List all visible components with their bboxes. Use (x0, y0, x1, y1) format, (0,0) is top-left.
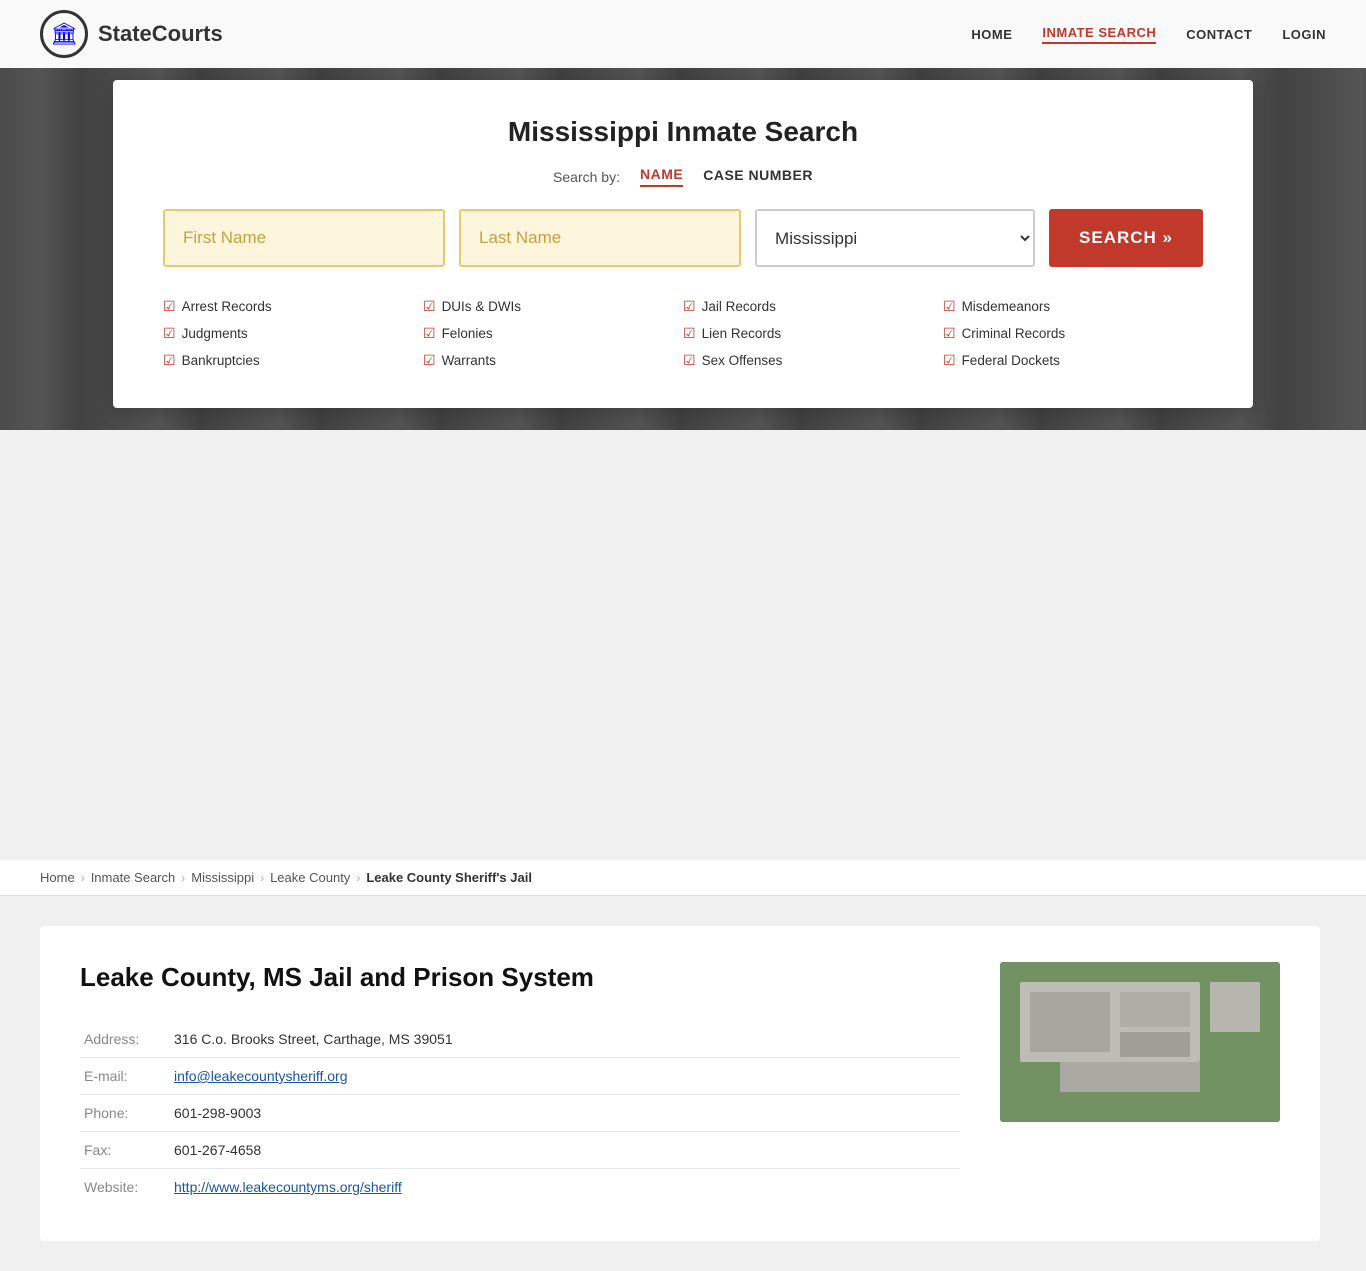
breadcrumb-mississippi[interactable]: Mississippi (191, 870, 254, 885)
search-button[interactable]: SEARCH » (1049, 209, 1203, 267)
feature-label: Warrants (442, 353, 496, 368)
jail-image-svg (1000, 962, 1280, 1122)
sep-4: › (356, 871, 360, 885)
feature-label: Judgments (182, 326, 248, 341)
check-icon: ☑ (943, 352, 956, 369)
content-right (1000, 962, 1280, 1122)
site-name: StateCourts (98, 21, 223, 47)
check-icon: ☑ (943, 298, 956, 315)
feature-label: DUIs & DWIs (442, 299, 522, 314)
check-icon: ☑ (423, 325, 436, 342)
feature-label: Federal Dockets (962, 353, 1060, 368)
tab-name[interactable]: NAME (640, 166, 683, 187)
content-area: Leake County, MS Jail and Prison System … (0, 896, 1366, 1271)
feature-label: Bankruptcies (182, 353, 260, 368)
search-modal: Mississippi Inmate Search Search by: NAM… (113, 80, 1253, 408)
features-grid: ☑ Arrest Records ☑ DUIs & DWIs ☑ Jail Records… (163, 291, 1203, 372)
feature-item: ☑ Judgments (163, 322, 423, 345)
check-icon: ☑ (683, 325, 696, 342)
feature-label: Sex Offenses (702, 353, 783, 368)
feature-label: Criminal Records (962, 326, 1066, 341)
breadcrumb-current: Leake County Sheriff's Jail (366, 870, 532, 885)
email-value: info@leakecountysheriff.org (170, 1058, 960, 1095)
search-inputs-row: Mississippi SEARCH » (163, 209, 1203, 267)
feature-item: ☑ Bankruptcies (163, 349, 423, 372)
state-select[interactable]: Mississippi (755, 209, 1035, 267)
phone-value: 601-298-9003 (170, 1095, 960, 1132)
check-icon: ☑ (683, 352, 696, 369)
feature-item: ☑ Sex Offenses (683, 349, 943, 372)
info-table: Address: 316 C.o. Brooks Street, Carthag… (80, 1021, 960, 1205)
website-row: Website: http://www.leakecountyms.org/sh… (80, 1169, 960, 1206)
check-icon: ☑ (163, 325, 176, 342)
feature-label: Jail Records (702, 299, 776, 314)
check-icon: ☑ (163, 298, 176, 315)
feature-item: ☑ Federal Dockets (943, 349, 1203, 372)
address-label: Address: (80, 1021, 170, 1058)
logo-icon: 🏛 (40, 10, 88, 58)
jail-image (1000, 962, 1280, 1122)
search-by-row: Search by: NAME CASE NUMBER (163, 166, 1203, 187)
nav-home[interactable]: HOME (971, 27, 1012, 42)
card-inner: Leake County, MS Jail and Prison System … (80, 962, 1280, 1205)
feature-item: ☑ Arrest Records (163, 295, 423, 318)
first-name-input[interactable] (163, 209, 445, 267)
feature-item: ☑ Felonies (423, 322, 683, 345)
nav-login[interactable]: LOGIN (1282, 27, 1326, 42)
content-left: Leake County, MS Jail and Prison System … (80, 962, 960, 1205)
check-icon: ☑ (943, 325, 956, 342)
fax-label: Fax: (80, 1132, 170, 1169)
phone-label: Phone: (80, 1095, 170, 1132)
feature-label: Felonies (442, 326, 493, 341)
feature-label: Lien Records (702, 326, 782, 341)
feature-item: ☑ DUIs & DWIs (423, 295, 683, 318)
sep-2: › (181, 871, 185, 885)
feature-item: ☑ Jail Records (683, 295, 943, 318)
fax-row: Fax: 601-267-4658 (80, 1132, 960, 1169)
nav-contact[interactable]: CONTACT (1186, 27, 1252, 42)
feature-item: ☑ Warrants (423, 349, 683, 372)
phone-row: Phone: 601-298-9003 (80, 1095, 960, 1132)
content-card: Leake County, MS Jail and Prison System … (40, 926, 1320, 1241)
feature-label: Misdemeanors (962, 299, 1051, 314)
modal-title: Mississippi Inmate Search (163, 116, 1203, 148)
breadcrumb-home[interactable]: Home (40, 870, 75, 885)
hero-section: COURTHOUSE 🏛 StateCourts HOME INMATE SEA… (0, 0, 1366, 430)
sep-3: › (260, 871, 264, 885)
breadcrumb-leake-county[interactable]: Leake County (270, 870, 350, 885)
breadcrumb: Home › Inmate Search › Mississippi › Lea… (0, 860, 1366, 896)
check-icon: ☑ (423, 352, 436, 369)
website-value: http://www.leakecountyms.org/sheriff (170, 1169, 960, 1206)
tab-case-number[interactable]: CASE NUMBER (703, 167, 813, 186)
website-link[interactable]: http://www.leakecountyms.org/sheriff (174, 1179, 402, 1195)
nav-links: HOME INMATE SEARCH CONTACT LOGIN (971, 25, 1326, 44)
nav-inmate-search[interactable]: INMATE SEARCH (1042, 25, 1156, 44)
last-name-input[interactable] (459, 209, 741, 267)
check-icon: ☑ (423, 298, 436, 315)
site-logo[interactable]: 🏛 StateCourts (40, 10, 223, 58)
breadcrumb-inmate-search[interactable]: Inmate Search (91, 870, 176, 885)
feature-item: ☑ Lien Records (683, 322, 943, 345)
check-icon: ☑ (163, 352, 176, 369)
feature-item: ☑ Misdemeanors (943, 295, 1203, 318)
feature-label: Arrest Records (182, 299, 272, 314)
address-value: 316 C.o. Brooks Street, Carthage, MS 390… (170, 1021, 960, 1058)
facility-title: Leake County, MS Jail and Prison System (80, 962, 960, 993)
email-label: E-mail: (80, 1058, 170, 1095)
website-label: Website: (80, 1169, 170, 1206)
main-nav: 🏛 StateCourts HOME INMATE SEARCH CONTACT… (0, 0, 1366, 68)
email-link[interactable]: info@leakecountysheriff.org (174, 1068, 348, 1084)
fax-value: 601-267-4658 (170, 1132, 960, 1169)
address-row: Address: 316 C.o. Brooks Street, Carthag… (80, 1021, 960, 1058)
sep-1: › (81, 871, 85, 885)
feature-item: ☑ Criminal Records (943, 322, 1203, 345)
email-row: E-mail: info@leakecountysheriff.org (80, 1058, 960, 1095)
check-icon: ☑ (683, 298, 696, 315)
search-by-label: Search by: (553, 169, 620, 185)
